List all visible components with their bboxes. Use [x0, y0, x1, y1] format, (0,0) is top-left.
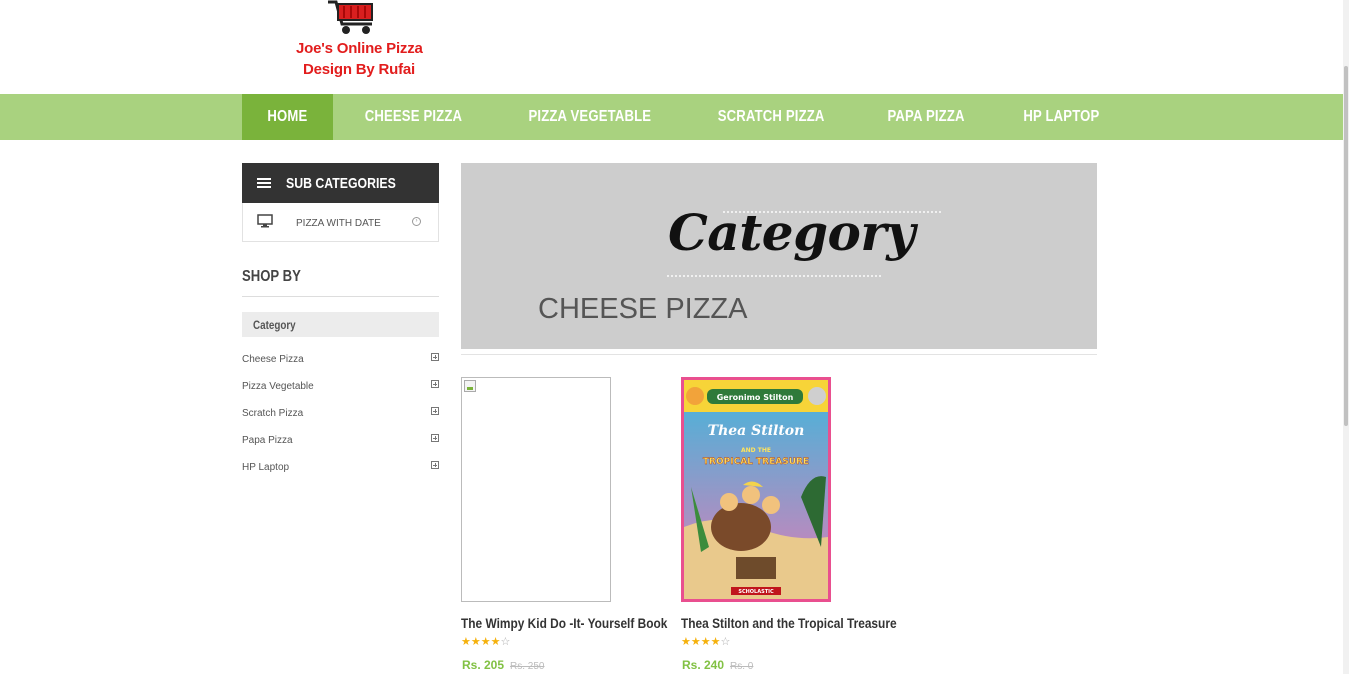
- divider: [461, 354, 1097, 355]
- filter-item-pizza-vegetable[interactable]: Pizza Vegetable: [242, 377, 439, 404]
- banner-category-name: CHEESE PIZZA: [538, 293, 748, 325]
- price-old: Rs. 250: [510, 661, 545, 672]
- filter-label: Scratch Pizza: [242, 408, 304, 419]
- category-heading-label: Category: [253, 317, 296, 332]
- expand-plus-icon[interactable]: [431, 461, 439, 469]
- filter-label: HP Laptop: [242, 462, 290, 473]
- site-logo[interactable]: Joe's Online Pizza Design By Rufai: [296, 0, 423, 86]
- star-rating: ★★★★☆: [461, 635, 510, 648]
- logo-subtitle: Design By Rufai: [302, 61, 416, 78]
- logo-title: Joe's Online Pizza: [296, 40, 423, 57]
- divider: [242, 296, 439, 297]
- cover-subtitle2: TROPICAL TREASURE: [703, 457, 809, 467]
- subcategory-item-pizza-with-date[interactable]: PIZZA WITH DATE ›: [242, 203, 439, 242]
- nav-item-home[interactable]: HOME: [242, 94, 333, 140]
- product-price: Rs. 205 Rs. 250: [462, 658, 545, 672]
- price-current: Rs. 205: [462, 658, 505, 672]
- product-image[interactable]: Geronimo Stilton Thea Stilton AND THE TR…: [681, 377, 831, 602]
- chevron-right-icon: ›: [412, 217, 421, 226]
- expand-plus-icon[interactable]: [431, 380, 439, 388]
- cover-subtitle1: AND THE: [741, 447, 771, 454]
- product-name-text: Thea Stilton and the Tropical Treasure: [681, 615, 897, 631]
- subcategories-header: SUB CATEGORIES: [242, 163, 439, 203]
- product-name-text: The Wimpy Kid Do -It- Yourself Book: [461, 615, 668, 631]
- product-card: Geronimo Stilton Thea Stilton AND THE TR…: [681, 377, 897, 672]
- filter-label: Cheese Pizza: [242, 354, 304, 365]
- expand-plus-icon[interactable]: [431, 407, 439, 415]
- star-empty-icon: ☆: [720, 636, 731, 648]
- category-filter-list: Cheese Pizza Pizza Vegetable Scratch Piz…: [242, 350, 439, 485]
- filter-item-scratch-pizza[interactable]: Scratch Pizza: [242, 404, 439, 431]
- banner-script-title: Category: [668, 203, 915, 262]
- nav-item-papa-pizza[interactable]: PAPA PIZZA: [858, 94, 994, 140]
- shopping-cart-icon: [328, 0, 373, 34]
- category-filter-heading: Category: [242, 312, 439, 337]
- cover-publisher: SCHOLASTIC: [738, 589, 774, 595]
- product-name[interactable]: The Wimpy Kid Do -It- Yourself Book: [461, 615, 704, 631]
- cover-series: Geronimo Stilton: [717, 393, 794, 402]
- subcategories-title: SUB CATEGORIES: [286, 174, 396, 192]
- subcategory-label: PIZZA WITH DATE: [296, 218, 381, 229]
- nav-item-cheese-pizza[interactable]: CHEESE PIZZA: [333, 94, 494, 140]
- star-rating: ★★★★☆: [681, 635, 730, 648]
- filter-item-hp-laptop[interactable]: HP Laptop: [242, 458, 439, 485]
- product-image[interactable]: [461, 377, 611, 602]
- expand-plus-icon[interactable]: [431, 434, 439, 442]
- scrollbar-thumb[interactable]: [1344, 66, 1348, 426]
- nav-label: CHEESE PIZZA: [364, 108, 462, 125]
- filter-item-papa-pizza[interactable]: Papa Pizza: [242, 431, 439, 458]
- shop-by-label: SHOP BY: [242, 268, 301, 285]
- product-price: Rs. 240 Rs. 0: [682, 658, 753, 672]
- nav-item-hp-laptop[interactable]: HP LAPTOP: [994, 94, 1129, 140]
- nav-label: PIZZA VEGETABLE: [528, 108, 651, 125]
- star-icon: ★★★★: [681, 636, 721, 648]
- price-old: Rs. 0: [730, 661, 754, 672]
- shop-by-title: SHOP BY: [242, 268, 314, 286]
- monitor-icon: [257, 214, 273, 228]
- nav-label: HP LAPTOP: [1023, 108, 1100, 125]
- book-cover-image: Geronimo Stilton Thea Stilton AND THE TR…: [681, 377, 831, 602]
- price-current: Rs. 240: [682, 658, 725, 672]
- broken-image-icon: [464, 380, 476, 392]
- menu-icon: [257, 178, 271, 188]
- filter-label: Pizza Vegetable: [242, 381, 314, 392]
- nav-item-scratch-pizza[interactable]: SCRATCH PIZZA: [685, 94, 857, 140]
- expand-plus-icon[interactable]: [431, 353, 439, 361]
- product-card: The Wimpy Kid Do -It- Yourself Book ★★★★…: [461, 377, 667, 672]
- decorative-dots: [667, 275, 881, 279]
- page-scrollbar[interactable]: [1343, 0, 1349, 674]
- product-name[interactable]: Thea Stilton and the Tropical Treasure: [681, 615, 935, 631]
- cover-title: Thea Stilton: [708, 423, 805, 439]
- nav-label: PAPA PIZZA: [887, 108, 965, 125]
- nav-label: SCRATCH PIZZA: [718, 108, 825, 125]
- filter-item-cheese-pizza[interactable]: Cheese Pizza: [242, 350, 439, 377]
- category-banner: Category CHEESE PIZZA: [461, 163, 1097, 349]
- filter-label: Papa Pizza: [242, 435, 293, 446]
- nav-item-pizza-vegetable[interactable]: PIZZA VEGETABLE: [494, 94, 686, 140]
- main-nav: HOME CHEESE PIZZA PIZZA VEGETABLE SCRATC…: [0, 94, 1343, 140]
- nav-label: HOME: [267, 108, 308, 125]
- nav-list: HOME CHEESE PIZZA PIZZA VEGETABLE SCRATC…: [242, 94, 1129, 140]
- star-empty-icon: ☆: [500, 636, 511, 648]
- star-icon: ★★★★: [461, 636, 501, 648]
